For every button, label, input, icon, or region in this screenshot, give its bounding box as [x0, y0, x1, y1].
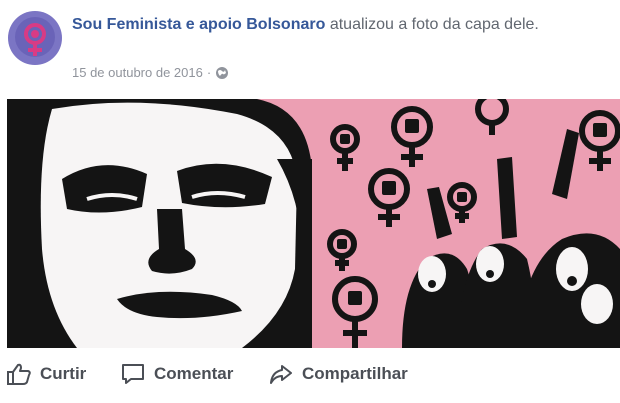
female-symbol-logo-icon: [24, 23, 46, 56]
thumbs-up-icon: [7, 363, 31, 385]
like-label: Curtir: [40, 364, 87, 383]
post-meta: 15 de outubro de 2016 ·: [72, 65, 229, 80]
comment-label: Comentar: [154, 364, 234, 383]
cover-photo[interactable]: [7, 99, 620, 348]
meta-separator: ·: [206, 65, 212, 80]
share-button[interactable]: Compartilhar: [268, 362, 408, 386]
globe-icon[interactable]: [215, 66, 229, 80]
post-headline: Sou Feminista e apoio Bolsonaro atualizo…: [72, 14, 607, 36]
share-arrow-icon: [270, 365, 292, 384]
page-name-link[interactable]: Sou Feminista e apoio Bolsonaro: [72, 16, 325, 33]
cover-illustration: [7, 99, 620, 348]
post-timestamp[interactable]: 15 de outubro de 2016: [72, 65, 203, 80]
share-label: Compartilhar: [302, 364, 408, 383]
post-action-text: atualizou a foto da capa dele.: [329, 16, 539, 33]
post-header: Sou Feminista e apoio Bolsonaro atualizo…: [0, 0, 620, 96]
comment-button[interactable]: Comentar: [120, 362, 233, 386]
like-button[interactable]: Curtir: [6, 362, 86, 386]
comment-bubble-icon: [122, 364, 144, 384]
page-avatar[interactable]: [8, 11, 62, 65]
